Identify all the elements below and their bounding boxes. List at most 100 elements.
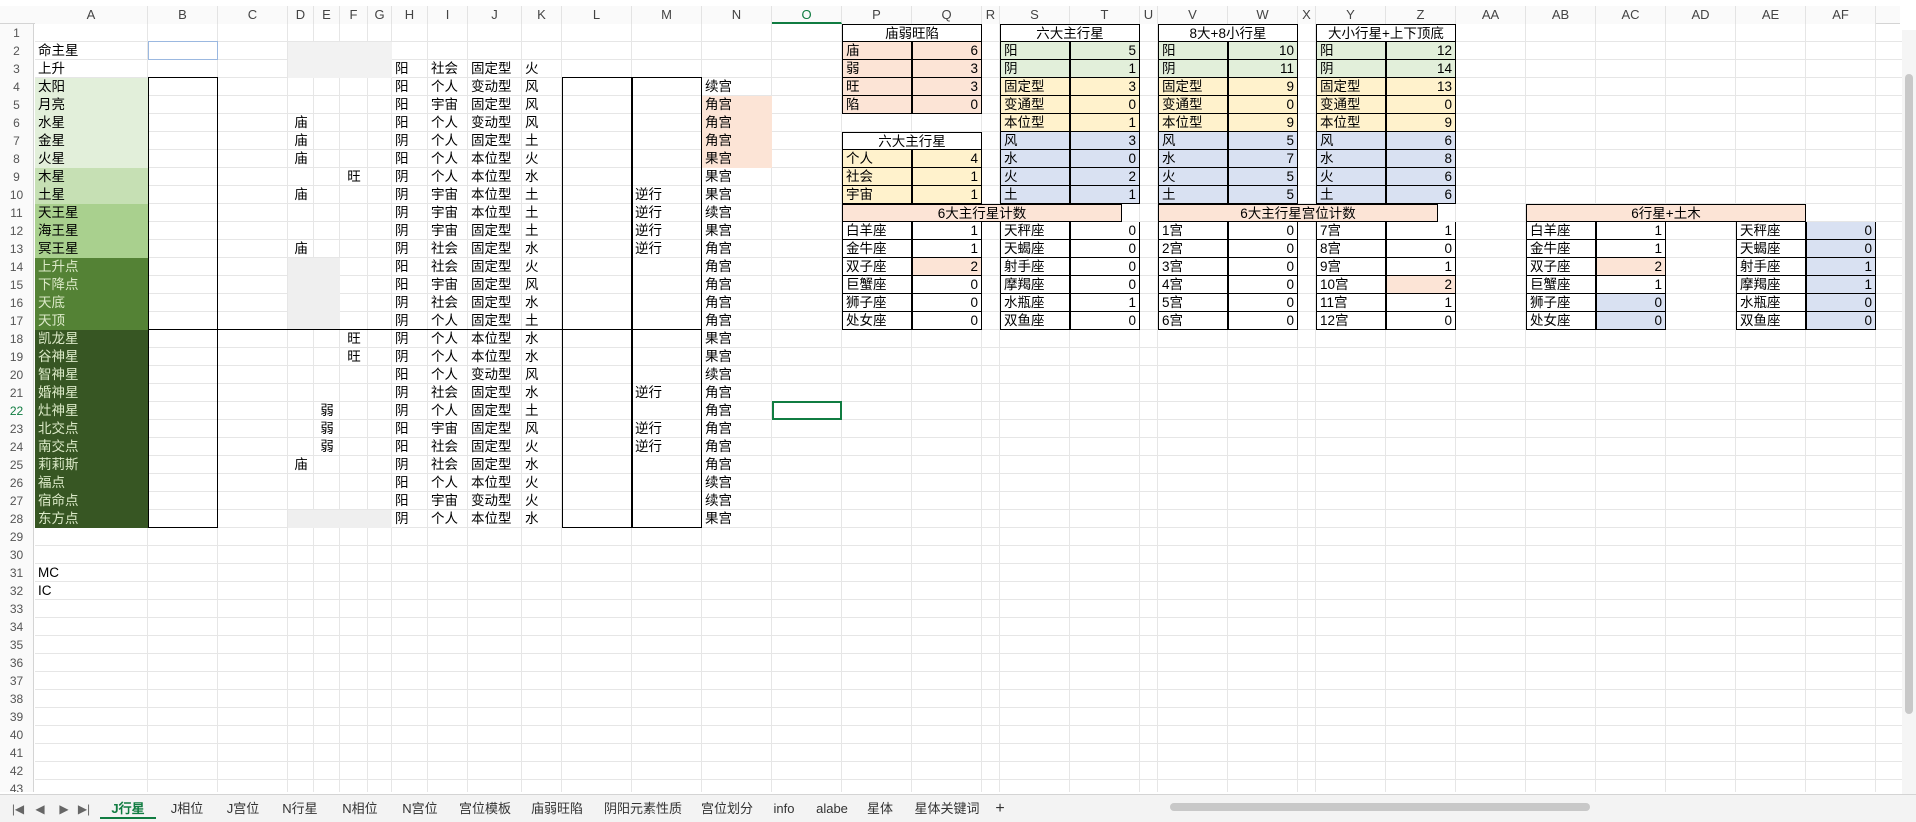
row-header-32[interactable]: 32 — [0, 582, 34, 600]
cell-I14[interactable]: 社会 — [428, 258, 468, 276]
column-header-K[interactable]: K — [522, 6, 562, 24]
row-header-17[interactable]: 17 — [0, 312, 34, 330]
sheet-tab-1[interactable]: J行星 — [100, 799, 156, 819]
row-header-28[interactable]: 28 — [0, 510, 34, 528]
cell-J9[interactable]: 本位型 — [468, 168, 522, 186]
cell-A19[interactable]: 谷神星 — [35, 348, 148, 366]
column-header-N[interactable]: N — [702, 6, 772, 24]
cell-J7[interactable]: 固定型 — [468, 132, 522, 150]
row-header-14[interactable]: 14 — [0, 258, 34, 276]
cell-A14[interactable]: 上升点 — [35, 258, 148, 276]
column-header-W[interactable]: W — [1228, 6, 1298, 24]
cell-H7[interactable]: 阴 — [392, 132, 428, 150]
sheet-tab-6[interactable]: N宫位 — [392, 799, 448, 819]
column-header-V[interactable]: V — [1158, 6, 1228, 24]
cell-E24[interactable]: 弱 — [314, 438, 340, 456]
cell-D6[interactable]: 庙 — [288, 114, 314, 132]
column-header-M[interactable]: M — [632, 6, 702, 24]
row-header-33[interactable]: 33 — [0, 600, 34, 618]
sheet-tab-10[interactable]: 宫位划分 — [694, 799, 760, 819]
cell-N10[interactable]: 果宫 — [702, 186, 772, 204]
cell-K27[interactable]: 火 — [522, 492, 562, 510]
cell-N23[interactable]: 角宫 — [702, 420, 772, 438]
cell-J11[interactable]: 本位型 — [468, 204, 522, 222]
cell-K10[interactable]: 土 — [522, 186, 562, 204]
sheet-tab-13[interactable]: 星体 — [860, 799, 900, 819]
cell-I15[interactable]: 宇宙 — [428, 276, 468, 294]
cell-H9[interactable]: 阴 — [392, 168, 428, 186]
cell-J21[interactable]: 固定型 — [468, 384, 522, 402]
row-header-16[interactable]: 16 — [0, 294, 34, 312]
cell-A11[interactable]: 天王星 — [35, 204, 148, 222]
cell-J3[interactable]: 固定型 — [468, 60, 522, 78]
cell-H24[interactable]: 阳 — [392, 438, 428, 456]
sheet-tab-9[interactable]: 阴阳元素性质 — [596, 799, 690, 819]
cell-I16[interactable]: 社会 — [428, 294, 468, 312]
row-header-23[interactable]: 23 — [0, 420, 34, 438]
row-header-12[interactable]: 12 — [0, 222, 34, 240]
cell-K12[interactable]: 土 — [522, 222, 562, 240]
cell-H19[interactable]: 阴 — [392, 348, 428, 366]
cell-N27[interactable]: 续宫 — [702, 492, 772, 510]
next-sheet-button[interactable]: ▶ — [56, 799, 72, 819]
column-header-C[interactable]: C — [218, 6, 288, 24]
cell-N21[interactable]: 角宫 — [702, 384, 772, 402]
column-header-AD[interactable]: AD — [1666, 6, 1736, 24]
cell-A28[interactable]: 东方点 — [35, 510, 148, 528]
column-header-G[interactable]: G — [368, 6, 392, 24]
row-header-15[interactable]: 15 — [0, 276, 34, 294]
column-header-Q[interactable]: Q — [912, 6, 982, 24]
cell-H23[interactable]: 阳 — [392, 420, 428, 438]
cell-H21[interactable]: 阴 — [392, 384, 428, 402]
cell-D7[interactable]: 庙 — [288, 132, 314, 150]
column-header-AB[interactable]: AB — [1526, 6, 1596, 24]
row-header-22[interactable]: 22 — [0, 402, 34, 420]
cell-N9[interactable]: 果宫 — [702, 168, 772, 186]
row-header-10[interactable]: 10 — [0, 186, 34, 204]
cell-H20[interactable]: 阳 — [392, 366, 428, 384]
cell-J6[interactable]: 变动型 — [468, 114, 522, 132]
row-header-31[interactable]: 31 — [0, 564, 34, 582]
cell-H5[interactable]: 阳 — [392, 96, 428, 114]
cell-A31[interactable]: MC — [35, 564, 148, 582]
column-header-D[interactable]: D — [288, 6, 314, 24]
column-header-AA[interactable]: AA — [1456, 6, 1526, 24]
cell-K17[interactable]: 土 — [522, 312, 562, 330]
cell-J26[interactable]: 本位型 — [468, 474, 522, 492]
horizontal-scrollbar[interactable] — [1150, 801, 1890, 813]
cell-H17[interactable]: 阴 — [392, 312, 428, 330]
cell-N11[interactable]: 续宫 — [702, 204, 772, 222]
row-header-39[interactable]: 39 — [0, 708, 34, 726]
cell-I10[interactable]: 宇宙 — [428, 186, 468, 204]
cell-J22[interactable]: 固定型 — [468, 402, 522, 420]
cell-A22[interactable]: 灶神星 — [35, 402, 148, 420]
last-sheet-button[interactable]: ▶| — [76, 799, 92, 819]
sheet-tab-8[interactable]: 庙弱旺陷 — [522, 799, 592, 819]
sheet-tab-14[interactable]: 星体关键词 — [904, 799, 990, 819]
row-header-37[interactable]: 37 — [0, 672, 34, 690]
cell-I27[interactable]: 宇宙 — [428, 492, 468, 510]
cell-H3[interactable]: 阳 — [392, 60, 428, 78]
cell-A8[interactable]: 火星 — [35, 150, 148, 168]
cell-N6[interactable]: 角宫 — [702, 114, 772, 132]
cell-K24[interactable]: 火 — [522, 438, 562, 456]
column-header-T[interactable]: T — [1070, 6, 1140, 24]
sheet-tab-11[interactable]: info — [764, 799, 804, 819]
row-header-30[interactable]: 30 — [0, 546, 34, 564]
column-header-AE[interactable]: AE — [1736, 6, 1806, 24]
cell-J4[interactable]: 变动型 — [468, 78, 522, 96]
cell-I4[interactable]: 个人 — [428, 78, 468, 96]
cell-I25[interactable]: 社会 — [428, 456, 468, 474]
vertical-scrollbar[interactable] — [1902, 30, 1916, 794]
cell-H25[interactable]: 阴 — [392, 456, 428, 474]
cell-H11[interactable]: 阴 — [392, 204, 428, 222]
cell-A17[interactable]: 天顶 — [35, 312, 148, 330]
cell-K8[interactable]: 火 — [522, 150, 562, 168]
cell-A25[interactable]: 莉莉斯 — [35, 456, 148, 474]
row-header-20[interactable]: 20 — [0, 366, 34, 384]
cell-K20[interactable]: 风 — [522, 366, 562, 384]
cell-K18[interactable]: 水 — [522, 330, 562, 348]
cell-A24[interactable]: 南交点 — [35, 438, 148, 456]
cell-N8[interactable]: 果宫 — [702, 150, 772, 168]
cell-J14[interactable]: 固定型 — [468, 258, 522, 276]
